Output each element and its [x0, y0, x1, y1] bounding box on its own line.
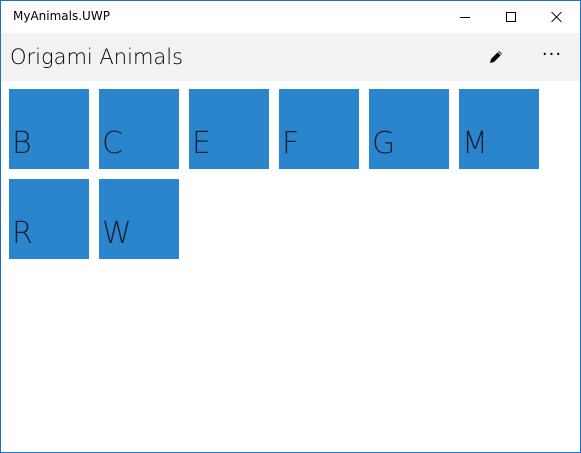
command-bar: Origami Animals ···: [1, 33, 580, 81]
pencil-icon: [490, 51, 502, 63]
tile-b[interactable]: B: [9, 89, 89, 169]
tile-letter: W: [102, 216, 132, 251]
tile-letter: C: [102, 126, 123, 161]
tile-m[interactable]: M: [459, 89, 539, 169]
tile-f[interactable]: F: [279, 89, 359, 169]
page-title: Origami Animals: [10, 45, 184, 69]
window-title: MyAnimals.UWP: [13, 9, 110, 23]
close-icon: [551, 11, 563, 23]
app-window: MyAnimals.UWP Origami Animals ··· B C E …: [0, 0, 581, 453]
tile-letter: B: [12, 126, 32, 161]
minimize-icon: [460, 16, 470, 18]
tile-e[interactable]: E: [189, 89, 269, 169]
tile-r[interactable]: R: [9, 179, 89, 259]
tile-w[interactable]: W: [99, 179, 179, 259]
tile-letter: R: [12, 216, 33, 251]
maximize-icon: [506, 12, 516, 22]
tile-g[interactable]: G: [369, 89, 449, 169]
more-button[interactable]: ···: [524, 33, 580, 81]
tile-letter: M: [462, 126, 488, 161]
title-bar[interactable]: MyAnimals.UWP: [1, 1, 580, 33]
minimize-button[interactable]: [442, 1, 488, 33]
tile-c[interactable]: C: [99, 89, 179, 169]
tile-letter: F: [282, 126, 300, 161]
edit-button[interactable]: [468, 33, 524, 81]
tile-letter: G: [372, 126, 396, 161]
close-button[interactable]: [534, 1, 580, 33]
more-ellipsis-icon: ···: [541, 43, 563, 65]
maximize-button[interactable]: [488, 1, 534, 33]
tile-letter: E: [192, 126, 211, 161]
